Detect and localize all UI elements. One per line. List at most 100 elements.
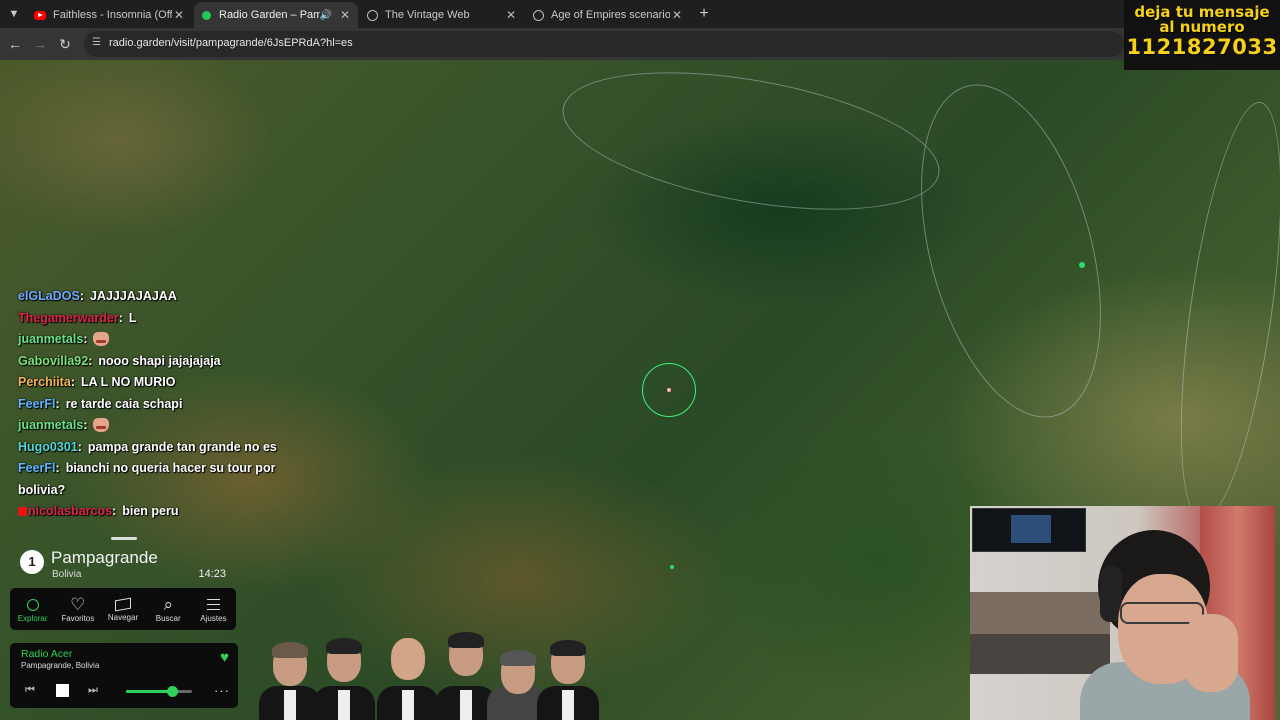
chat-username[interactable]: juanmetals bbox=[18, 332, 83, 346]
map-icon bbox=[115, 597, 131, 612]
chat-username[interactable]: Hugo0301 bbox=[18, 440, 78, 454]
chat-text: L bbox=[128, 310, 137, 325]
radio-nav-bar: Explorar ♡ Favoritos Navegar ⌕ Buscar Ajustes bbox=[10, 588, 236, 630]
tab-title: The Vintage Web bbox=[385, 9, 470, 21]
stop-button[interactable] bbox=[56, 684, 69, 697]
volume-fill bbox=[126, 690, 173, 693]
river-line bbox=[1161, 96, 1280, 526]
nav-buscar[interactable]: ⌕ Buscar bbox=[146, 588, 191, 630]
chat-message: elGLaDOS: JAJJJAJAJAA bbox=[18, 289, 177, 303]
previous-icon[interactable]: ⏮ bbox=[25, 684, 35, 697]
station-dot[interactable] bbox=[1079, 262, 1085, 268]
chat-username[interactable]: juanmetals bbox=[18, 418, 83, 432]
promo-line: al numero bbox=[1159, 18, 1245, 36]
volume-knob[interactable] bbox=[167, 686, 179, 697]
menu-icon bbox=[206, 599, 220, 610]
tab-audio-icon[interactable]: 🔊 bbox=[320, 10, 332, 21]
url-text: radio.garden/visit/pampagrande/6JsEPRdA?… bbox=[109, 37, 353, 49]
tab-2[interactable]: Radio Garden – Pampagrande🔊 ✕ bbox=[194, 2, 358, 28]
chat-text: bien peru bbox=[122, 504, 179, 518]
tab-close-icon[interactable]: ✕ bbox=[172, 8, 186, 22]
chat-text: LA L NO MURIO bbox=[80, 375, 176, 389]
youtube-icon bbox=[34, 9, 46, 21]
chat-text: JAJJJAJAJAA bbox=[90, 289, 177, 303]
nav-label: Favoritos bbox=[61, 613, 95, 623]
chat-badge-icon bbox=[18, 507, 27, 516]
place-name: Pampagrande bbox=[51, 548, 158, 567]
chat-username[interactable]: Perchiita bbox=[18, 375, 71, 389]
chat-message: FeerFl: re tarde caia schapi bbox=[18, 396, 183, 411]
nav-explorar[interactable]: Explorar bbox=[10, 588, 55, 630]
chat-message: Thegamerwarder: L bbox=[18, 310, 137, 325]
chat-message: Hugo0301: pampa grande tan grande no es bbox=[18, 439, 277, 454]
nav-favoritos[interactable]: ♡ Favoritos bbox=[55, 588, 100, 630]
player-bar: Radio Acer Pampagrande, Bolivia ♥ ⏮ ⏭ ··… bbox=[10, 643, 238, 708]
chat-username[interactable]: FeerFl bbox=[18, 397, 56, 411]
shelf bbox=[970, 634, 1110, 674]
back-arrow-icon[interactable]: ← bbox=[6, 35, 24, 53]
next-icon[interactable]: ⏭ bbox=[88, 684, 98, 697]
forward-arrow-icon[interactable]: → bbox=[31, 35, 49, 53]
promo-line: deja tu mensaje bbox=[1134, 3, 1270, 21]
tab-strip: ▼ Faithless - Insomnia (Official 4K✕Radi… bbox=[0, 0, 1280, 28]
heart-icon: ♡ bbox=[70, 594, 86, 614]
tv-screen bbox=[972, 508, 1086, 552]
tab-title: Radio Garden – Pampagrande bbox=[219, 9, 320, 21]
nav-label: Navegar bbox=[107, 613, 139, 622]
station-dot[interactable] bbox=[670, 565, 674, 569]
chat-text: nooo shapi jajajajaja bbox=[98, 353, 221, 368]
chat-username[interactable]: Gabovilla92 bbox=[18, 354, 88, 368]
chat-username[interactable]: nicolasbarcos bbox=[28, 504, 112, 518]
webcam-feed bbox=[970, 506, 1275, 720]
tab-4[interactable]: Age of Empires scenarios ✕ bbox=[526, 2, 690, 28]
river-line bbox=[888, 64, 1134, 438]
site-settings-icon[interactable]: ☰ bbox=[92, 37, 104, 51]
volume-slider[interactable] bbox=[126, 686, 192, 697]
tab-3[interactable]: The Vintage Web ✕ bbox=[360, 2, 524, 28]
chat-text: pampa grande tan grande no es bbox=[87, 439, 277, 454]
nav-label: Buscar bbox=[155, 613, 181, 623]
chat-emote-icon bbox=[93, 418, 110, 432]
explore-icon bbox=[26, 598, 39, 611]
url-field[interactable]: ☰ radio.garden/visit/pampagrande/6JsEPRd… bbox=[84, 31, 1124, 57]
chat-username[interactable]: Thegamerwarder bbox=[18, 311, 119, 325]
tab-search-chevron-icon[interactable]: ▼ bbox=[6, 6, 22, 22]
chat-emote-icon bbox=[93, 332, 110, 346]
chat-message: juanmetals: bbox=[18, 329, 318, 351]
station-location: Pampagrande, Bolivia bbox=[21, 661, 100, 670]
chat-username[interactable]: FeerFl bbox=[18, 461, 56, 475]
local-time: 14:23 bbox=[198, 568, 226, 580]
chat-message: nicolasbarcos: bien peru bbox=[18, 501, 318, 523]
promo-phone: 1121827033 bbox=[1126, 35, 1278, 59]
panel-drag-handle[interactable] bbox=[111, 537, 137, 540]
person-hand bbox=[1184, 614, 1238, 692]
tab-close-icon[interactable]: ✕ bbox=[504, 8, 518, 22]
band-photo bbox=[255, 630, 605, 720]
globe-icon bbox=[532, 9, 544, 21]
place-country: Bolivia bbox=[52, 569, 82, 580]
tab-close-icon[interactable]: ✕ bbox=[338, 8, 352, 22]
tab-1[interactable]: Faithless - Insomnia (Official 4K✕ bbox=[28, 2, 192, 28]
globe-icon bbox=[366, 9, 378, 21]
selected-place-ring[interactable] bbox=[642, 363, 696, 417]
tab-title: Age of Empires scenarios bbox=[551, 9, 670, 21]
tab-title: Faithless - Insomnia (Official 4K bbox=[53, 9, 172, 21]
more-options-icon[interactable]: ··· bbox=[214, 683, 230, 698]
nav-label: Ajustes bbox=[200, 614, 227, 623]
radio-garden-icon bbox=[200, 9, 212, 21]
station-name[interactable]: Radio Acer bbox=[21, 648, 72, 660]
new-tab-button[interactable]: + bbox=[694, 4, 714, 24]
chat-message: Gabovilla92: nooo shapi jajajajaja bbox=[18, 353, 221, 368]
chat-username[interactable]: elGLaDOS bbox=[18, 289, 80, 303]
chat-message: Perchiita: LA L NO MURIO bbox=[18, 375, 176, 389]
chat-text: re tarde caia schapi bbox=[65, 396, 183, 411]
reload-icon[interactable]: ↻ bbox=[56, 35, 74, 53]
nav-navegar[interactable]: Navegar bbox=[100, 588, 145, 630]
nav-ajustes[interactable]: Ajustes bbox=[191, 588, 236, 630]
search-icon: ⌕ bbox=[163, 594, 173, 614]
nav-label: Explorar bbox=[17, 613, 48, 623]
tab-close-icon[interactable]: ✕ bbox=[670, 8, 684, 22]
favorite-heart-icon[interactable]: ♥ bbox=[220, 649, 229, 666]
chat-message: FeerFl: bianchi no queria hacer su tour p… bbox=[18, 461, 276, 497]
place-header[interactable]: 1 Pampagrande Bolivia 14:23 bbox=[10, 544, 238, 586]
